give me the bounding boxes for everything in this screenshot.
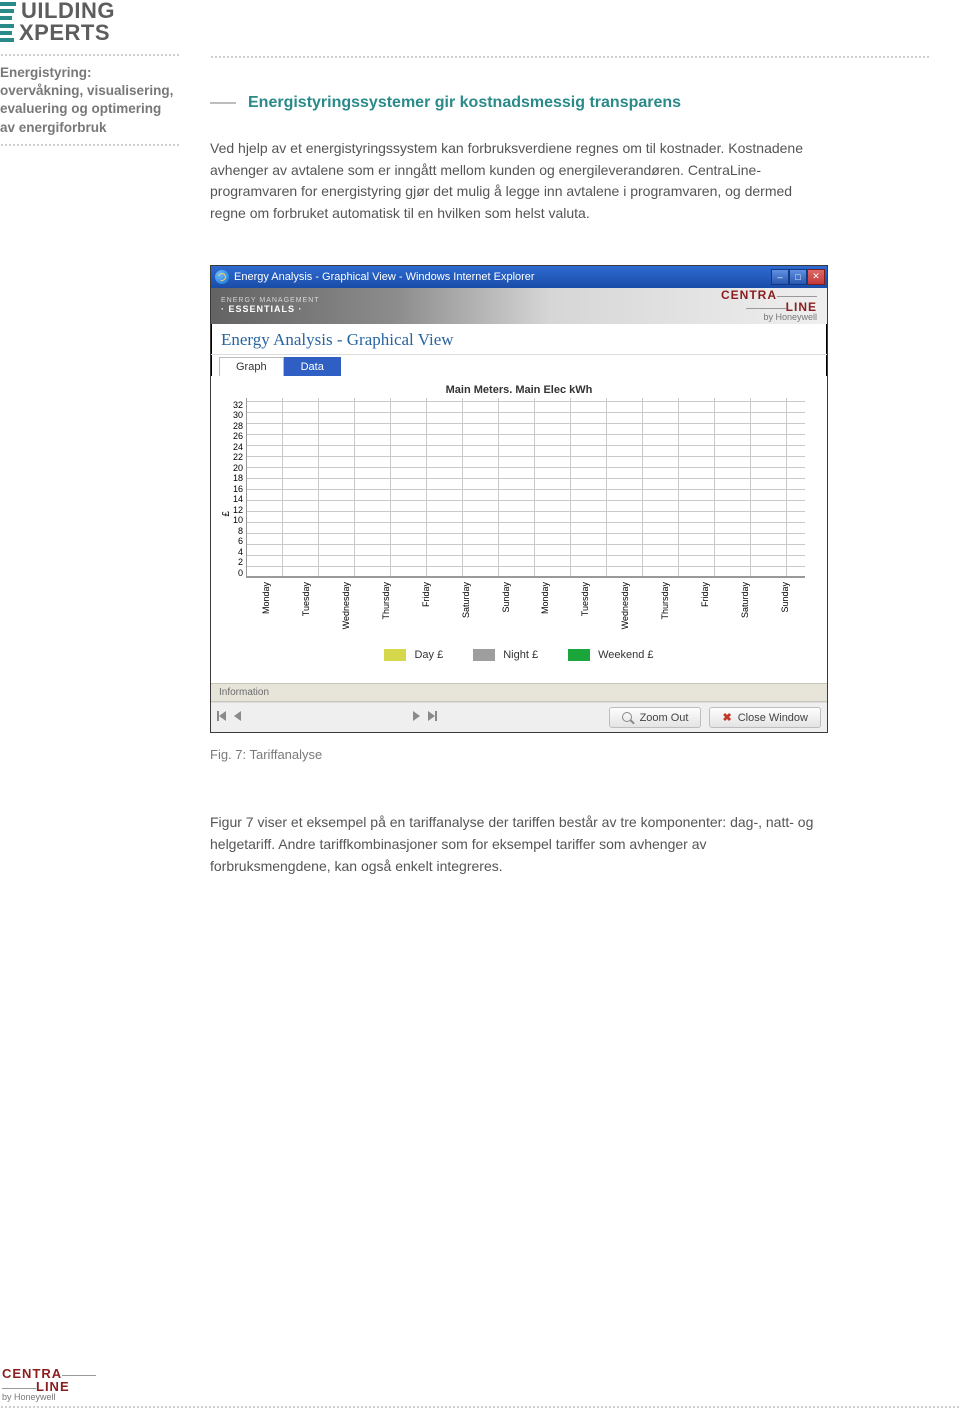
y-axis-ticks: 32302826242220181614121086420 — [233, 398, 246, 578]
heading-dash-icon — [210, 102, 236, 104]
divider — [0, 54, 180, 56]
body-paragraph: Figur 7 viser et eksempel på en tariffan… — [210, 812, 830, 877]
logo-e-bars — [0, 24, 14, 42]
close-window-button[interactable]: ✖Close Window — [709, 707, 821, 728]
banner-line2: ESSENTIALS — [229, 304, 296, 314]
app-banner: ENERGY MANAGEMENT · ESSENTIALS · CENTRA … — [211, 288, 827, 324]
window-title: Energy Analysis - Graphical View - Windo… — [234, 271, 535, 283]
page-subtitle: Energy Analysis - Graphical View — [211, 324, 827, 355]
section-heading-text: Energistyringssystemer gir kostnadsmessi… — [248, 94, 681, 112]
maximize-button[interactable]: □ — [789, 269, 807, 285]
banner-line1: ENERGY MANAGEMENT — [221, 297, 320, 305]
sidebar-line: av energiforbruk — [0, 119, 175, 137]
zoom-out-button[interactable]: Zoom Out — [609, 707, 702, 728]
sidebar-line: evaluering og optimering — [0, 100, 175, 118]
figure-caption: Fig. 7: Tariffanalyse — [210, 747, 930, 762]
window-titlebar: Energy Analysis - Graphical View - Windo… — [211, 266, 827, 288]
logo-line1: UILDING — [21, 0, 115, 22]
legend-item-weekend: Weekend £ — [568, 649, 653, 661]
info-bar: Information — [211, 683, 827, 702]
sidebar: Energistyring: overvåkning, visualiserin… — [0, 64, 175, 137]
sidebar-title: Energistyring: — [0, 64, 175, 82]
footer-brand: CENTRA LINE by Honeywell — [0, 1367, 960, 1402]
legend-item-night: Night £ — [473, 649, 538, 661]
chart-title: Main Meters. Main Elec kWh — [219, 384, 819, 396]
tab-graph[interactable]: Graph — [219, 357, 284, 376]
divider — [210, 56, 930, 58]
sidebar-line: overvåkning, visualisering, — [0, 82, 175, 100]
legend-swatch-icon — [384, 649, 406, 661]
plot-area — [246, 398, 805, 578]
page-footer: CENTRA LINE by Honeywell — [0, 1367, 960, 1412]
x-axis-labels: MondayTuesdayWednesdayThursdayFridaySatu… — [246, 578, 805, 629]
body-paragraph: Ved hjelp av et energistyringssystem kan… — [210, 138, 830, 225]
y-axis-label: £ — [219, 398, 233, 629]
legend-swatch-icon — [473, 649, 495, 661]
close-icon: ✖ — [722, 711, 731, 724]
main-content: Energistyringssystemer gir kostnadsmessi… — [210, 56, 930, 917]
chart-panel: Main Meters. Main Elec kWh £ 32302826242… — [211, 376, 827, 683]
close-button[interactable]: ✕ — [807, 269, 825, 285]
legend-item-day: Day £ — [384, 649, 443, 661]
chart-legend: Day £ Night £ Weekend £ — [219, 629, 819, 675]
tab-data[interactable]: Data — [284, 357, 341, 376]
logo-line2: XPERTS — [19, 22, 110, 44]
nav-first-button[interactable] — [217, 711, 226, 724]
brand-logo: UILDING XPERTS — [0, 0, 115, 48]
embedded-window: Energy Analysis - Graphical View - Windo… — [210, 265, 828, 733]
nav-prev-button[interactable] — [234, 711, 241, 724]
tab-bar: Graph Data — [211, 355, 827, 376]
legend-swatch-icon — [568, 649, 590, 661]
logo-b-bars — [0, 2, 16, 20]
divider — [0, 144, 180, 146]
window-controls: – □ ✕ — [771, 269, 825, 285]
brand-mark: CENTRA LINE by Honeywell — [721, 289, 817, 322]
minimize-button[interactable]: – — [771, 269, 789, 285]
divider — [0, 1406, 960, 1408]
nav-last-button[interactable] — [428, 711, 437, 724]
brand-top: CENTRA — [721, 288, 777, 302]
magnifier-icon — [622, 712, 634, 724]
nav-next-button[interactable] — [413, 711, 420, 724]
control-bar: Zoom Out ✖Close Window — [211, 702, 827, 732]
ie-icon — [215, 270, 229, 284]
section-heading: Energistyringssystemer gir kostnadsmessi… — [210, 94, 930, 112]
brand-by: by Honeywell — [763, 312, 817, 322]
